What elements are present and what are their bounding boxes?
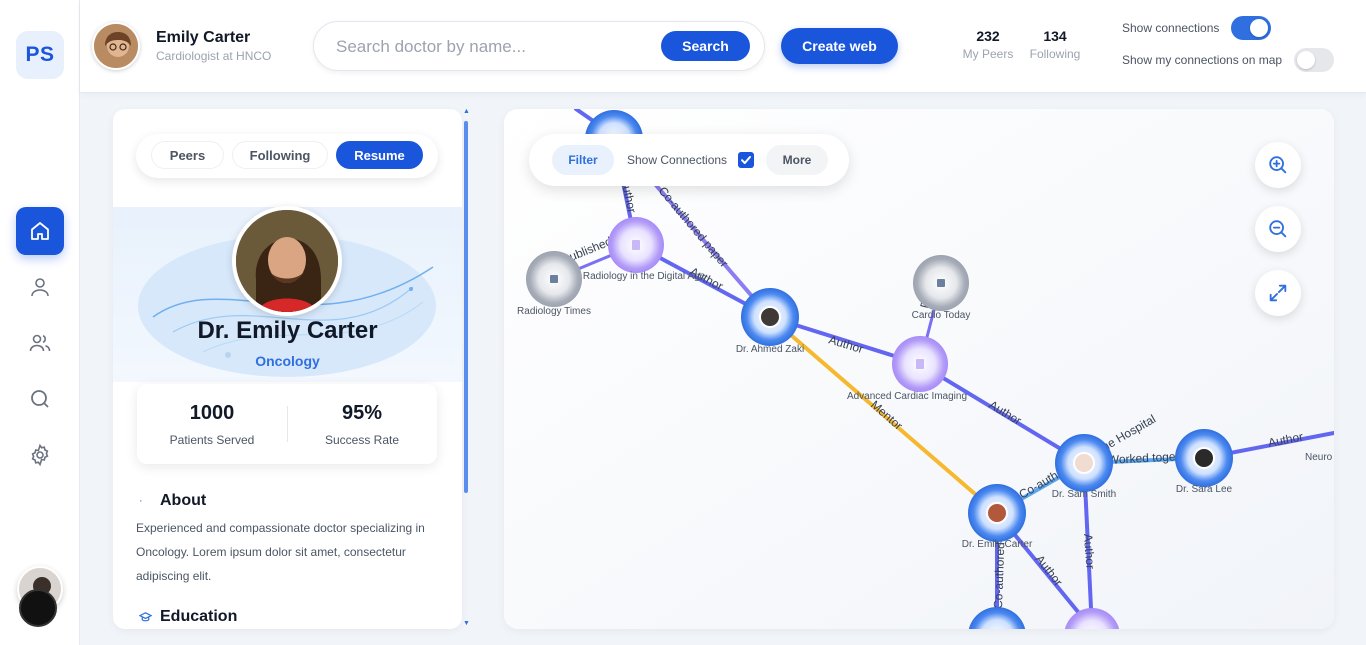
patients-stat: 1000 Patients Served <box>137 402 287 447</box>
sidebar-item-profile[interactable] <box>16 263 64 311</box>
about-text: Experienced and compassionate doctor spe… <box>136 521 425 583</box>
patients-label: Patients Served <box>169 433 255 447</box>
connection-map[interactable]: Author Co-authored paper Published Autho… <box>504 109 1334 629</box>
panel-scrollbar[interactable]: ▲ ▼ <box>463 108 470 629</box>
edge-label: Author <box>1081 533 1097 569</box>
app-logo[interactable]: PS <box>16 31 64 79</box>
zoom-in-button[interactable] <box>1255 142 1301 188</box>
node-label: Neuro <box>1305 452 1333 463</box>
tab-resume[interactable]: Resume <box>336 141 423 169</box>
following-stat[interactable]: 134 Following <box>1023 28 1087 61</box>
sidebar: PS <box>0 0 80 645</box>
user-role: Cardiologist at HNCO <box>156 49 272 63</box>
top-header: Emily Carter Cardiologist at HNCO Search… <box>80 0 1366 93</box>
node-label: Cardio Today <box>912 310 971 321</box>
node-label: Dr. Ahmed Zaki <box>736 344 804 355</box>
tab-following[interactable]: Following <box>232 141 328 169</box>
peers-stat[interactable]: 232 My Peers <box>956 28 1020 61</box>
show-connections-map-label: Show Connections <box>627 153 728 167</box>
search-input[interactable] <box>336 35 636 59</box>
profile-tabs: Peers Following Resume <box>136 134 438 178</box>
profile-specialty: Oncology <box>255 353 320 369</box>
graph-node[interactable]: Dr. Sara Lee <box>1175 429 1233 495</box>
node-label: Radiology in the Digital Age <box>583 271 706 282</box>
more-button[interactable]: More <box>766 145 828 175</box>
user-name: Emily Carter <box>156 29 251 46</box>
gear-icon <box>31 443 49 467</box>
expand-icon <box>1269 284 1287 302</box>
node-label: Dr. Sara Lee <box>1176 484 1233 495</box>
graph-node[interactable]: Neuro <box>1305 452 1333 463</box>
user-icon <box>31 278 49 297</box>
graph-canvas[interactable]: Author Co-authored paper Published Autho… <box>504 109 1334 629</box>
node-label: Dr. Emily Carter <box>962 539 1033 550</box>
home-icon <box>31 222 49 240</box>
zoom-out-button[interactable] <box>1255 206 1301 252</box>
filter-button[interactable]: Filter <box>552 145 614 175</box>
chat-bubble-icon[interactable] <box>19 589 57 627</box>
avatar[interactable] <box>92 22 140 70</box>
profile-panel: Peers Following Resume Dr. Emily Carter … <box>113 109 462 629</box>
users-icon <box>29 334 51 352</box>
sidebar-item-peers[interactable] <box>16 319 64 367</box>
success-stat: 95% Success Rate <box>287 402 437 447</box>
node-label: Dr. Sam Smith <box>1052 489 1116 500</box>
profile-name: Dr. Emily Carter <box>197 317 378 344</box>
show-map-connections-label: Show my connections on map <box>1122 53 1283 67</box>
show-map-connections-toggle[interactable] <box>1294 48 1334 72</box>
node-label: Radiology Times <box>517 306 591 317</box>
toggle-knob <box>1250 19 1268 37</box>
create-web-button[interactable]: Create web <box>781 28 898 64</box>
toggle-knob <box>1297 51 1315 69</box>
graduation-cap-icon <box>138 611 153 623</box>
zoom-out-icon <box>1269 220 1287 238</box>
profile-photo <box>232 206 342 316</box>
success-value: 95% <box>341 402 383 424</box>
graph-node[interactable]: Cardio Today <box>912 255 971 321</box>
fit-view-button[interactable] <box>1255 270 1301 316</box>
sidebar-item-search[interactable] <box>16 375 64 423</box>
tab-peers[interactable]: Peers <box>151 141 224 169</box>
patients-value: 1000 <box>189 402 235 424</box>
success-label: Success Rate <box>324 433 400 447</box>
map-toolbar: Filter Show Connections More <box>529 134 849 186</box>
following-count: 134 <box>1043 28 1067 44</box>
following-label: Following <box>1029 47 1081 61</box>
search-button[interactable]: Search <box>661 31 750 61</box>
zoom-in-icon <box>1269 156 1287 174</box>
sidebar-item-settings[interactable] <box>16 431 64 479</box>
search-icon <box>31 390 49 408</box>
education-title: Education <box>160 608 238 625</box>
scroll-up-icon[interactable]: ▲ <box>463 108 470 115</box>
scroll-down-icon[interactable]: ▼ <box>463 620 470 627</box>
search-bar: Search <box>313 21 765 71</box>
show-connections-checkbox[interactable] <box>738 152 754 168</box>
stats-card: 1000 Patients Served 95% Success Rate <box>137 384 437 464</box>
node-label: Advanced Cardiac Imaging <box>847 391 967 402</box>
peers-count: 232 <box>976 28 1000 44</box>
about-title: About <box>160 492 207 509</box>
checkmark-icon <box>741 156 751 164</box>
scroll-thumb[interactable] <box>464 121 468 493</box>
sidebar-item-home[interactable] <box>16 207 64 255</box>
show-connections-label: Show connections <box>1122 21 1220 35</box>
info-icon: · <box>139 495 143 507</box>
show-connections-toggle[interactable] <box>1231 16 1271 40</box>
peers-label: My Peers <box>962 47 1014 61</box>
